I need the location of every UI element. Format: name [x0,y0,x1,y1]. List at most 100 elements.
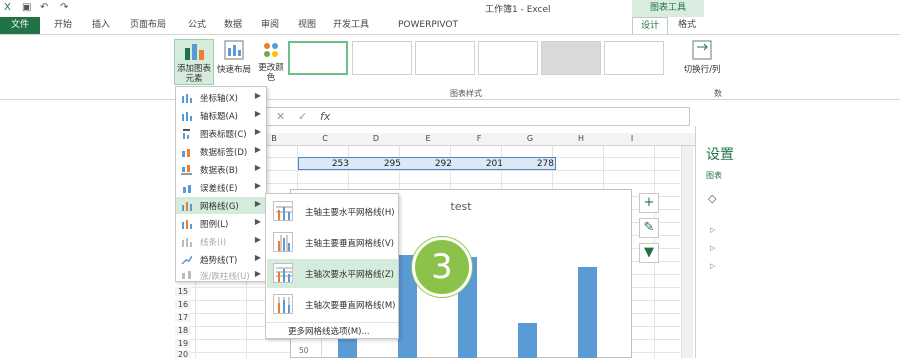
undo-icon[interactable]: ↶ [40,2,48,13]
cancel-icon[interactable]: ✕ [276,110,285,123]
chart-style-3[interactable] [415,41,475,75]
chart-style-1[interactable] [288,41,348,75]
menu-item-data-labels[interactable]: 数据标签(D) ▶ [176,143,266,160]
chart-styles-brush-icon[interactable]: ✎ [639,218,659,238]
gridlines-icon [182,202,192,211]
title-bar: X ▣ ↶ ↷ 工作簿1 - Excel 图表工具 [0,0,900,17]
menu-item-legend[interactable]: 图例(L) ▶ [176,215,266,232]
tab-home[interactable]: 开始 [46,17,80,34]
format-pane-title: 设置 [706,147,734,163]
switch-row-col-button[interactable]: 切换行/列 [680,39,724,85]
add-chart-element-label: 添加图表元素 [176,64,211,84]
fill-bucket-icon[interactable]: ◇ [708,192,716,205]
major-vertical-gridlines-icon [273,232,293,252]
tab-insert[interactable]: 插入 [84,17,118,34]
redo-icon[interactable]: ↷ [60,2,68,13]
chart-title-icon [183,129,190,139]
menu-item-axis-titles[interactable]: 轴标题(A) ▶ [176,107,266,124]
row-header[interactable]: 16 [175,300,191,309]
submenu-arrow-icon: ▶ [254,235,261,244]
fx-icon[interactable]: fx [320,110,330,123]
menu-item-primary-minor-horizontal[interactable]: 主轴次要水平网格线(Z) [267,259,398,288]
menu-item-primary-minor-vertical[interactable]: 主轴次要垂直网格线(M) [267,290,398,319]
column-header[interactable]: G [523,134,537,143]
chart-style-4[interactable] [478,41,538,75]
chart-filter-icon[interactable]: ▼ [639,243,659,263]
row-header[interactable]: 18 [175,326,191,335]
tab-review[interactable]: 审阅 [253,17,287,34]
step-number-badge: 3 [412,237,472,297]
quick-layout-icon [224,40,244,60]
format-pane-subtitle[interactable]: 图表 [706,170,722,181]
submenu-arrow-icon: ▶ [254,127,261,136]
switch-row-column-icon [692,40,712,60]
quick-layout-button[interactable]: 快速布局 [216,39,252,85]
menu-item-chart-title[interactable]: 图表标题(C) ▶ [176,125,266,142]
column-header[interactable]: C [318,134,332,143]
ribbon-tabs: 文件 开始 插入 页面布局 公式 数据 审阅 视图 开发工具 POWERPIVO… [0,17,900,35]
cell-value[interactable]: 292 [412,159,452,169]
tab-powerpivot[interactable]: POWERPIVOT [386,17,470,34]
tab-format[interactable]: 格式 [672,17,702,34]
menu-item-gridlines[interactable]: 网格线(G) ▶ [176,197,266,214]
trendline-icon [181,255,192,265]
menu-item-primary-major-vertical[interactable]: 主轴主要垂直网格线(V) [267,228,398,257]
column-header[interactable]: D [369,134,383,143]
more-gridlines-options[interactable]: 更多网格线选项(M)... [288,325,370,337]
tab-formulas[interactable]: 公式 [180,17,214,34]
chart-tools-group-label: 图表工具 [632,0,704,17]
chart-style-2[interactable] [352,41,412,75]
legend-icon [182,220,192,229]
formula-bar[interactable]: ✕ ✓ fx [265,107,690,126]
save-icon[interactable]: ▣ [22,2,31,13]
submenu-arrow-icon: ▶ [254,181,261,190]
color-palette-icon [264,43,278,57]
menu-item-error-bars[interactable]: 误差线(E) ▶ [176,179,266,196]
minor-vertical-gridlines-icon [273,294,293,314]
tab-view[interactable]: 视图 [290,17,324,34]
column-header[interactable]: B [267,134,281,143]
cell-value[interactable]: 295 [361,159,401,169]
chart-style-6[interactable] [604,41,664,75]
chart-bar[interactable] [518,323,537,358]
menu-item-axes[interactable]: 坐标轴(X) ▶ [176,89,266,106]
change-colors-button[interactable]: 更改颜色 [256,39,286,85]
confirm-icon[interactable]: ✓ [298,110,307,123]
vertical-scrollbar[interactable] [681,146,693,358]
expand-arrow-icon[interactable]: ▷ [710,262,715,270]
expand-arrow-icon[interactable]: ▷ [710,244,715,252]
cell-value[interactable]: 253 [309,159,349,169]
menu-item-data-table[interactable]: 数据表(B) ▶ [176,161,266,178]
selected-data-range[interactable]: 253 295 292 201 278 [298,157,556,170]
add-chart-element-button[interactable]: 添加图表元素 [174,39,214,85]
row-header[interactable]: 19 [175,339,191,348]
row-header[interactable]: 20 [175,350,191,358]
chart-elements-plus-icon[interactable]: + [639,193,659,213]
menu-item-primary-major-horizontal[interactable]: 主轴主要水平网格线(H) [267,197,398,226]
column-header[interactable]: F [472,134,486,143]
switch-row-col-label: 切换行/列 [683,65,721,75]
column-header[interactable]: E [421,134,435,143]
column-header[interactable]: I [625,134,639,143]
tab-file[interactable]: 文件 [0,17,40,34]
gridlines-submenu: 主轴主要水平网格线(H) 主轴主要垂直网格线(V) 主轴次要水平网格线(Z) 主… [265,193,399,339]
expand-arrow-icon[interactable]: ▷ [710,226,715,234]
menu-item-trendline[interactable]: 趋势线(T) ▶ [176,251,266,268]
row-header[interactable]: 15 [175,287,191,296]
menu-item-lines: 线条(I) ▶ [176,233,266,250]
tab-developer[interactable]: 开发工具 [326,17,376,34]
cell-value[interactable]: 278 [514,159,554,169]
chart-style-5[interactable] [541,41,601,75]
tab-data[interactable]: 数据 [216,17,250,34]
chart-bar[interactable] [578,267,597,358]
minor-horizontal-gridlines-icon [273,263,293,283]
cell-value[interactable]: 201 [463,159,503,169]
row-header[interactable]: 17 [175,313,191,322]
column-header[interactable]: H [574,134,588,143]
submenu-arrow-icon: ▶ [254,217,261,226]
data-group-label: 数 [714,89,722,98]
y-tick-label: 50 [299,346,309,355]
tab-design[interactable]: 设计 [632,17,668,35]
tab-page-layout[interactable]: 页面布局 [120,17,176,34]
up-down-bars-icon [182,271,191,279]
